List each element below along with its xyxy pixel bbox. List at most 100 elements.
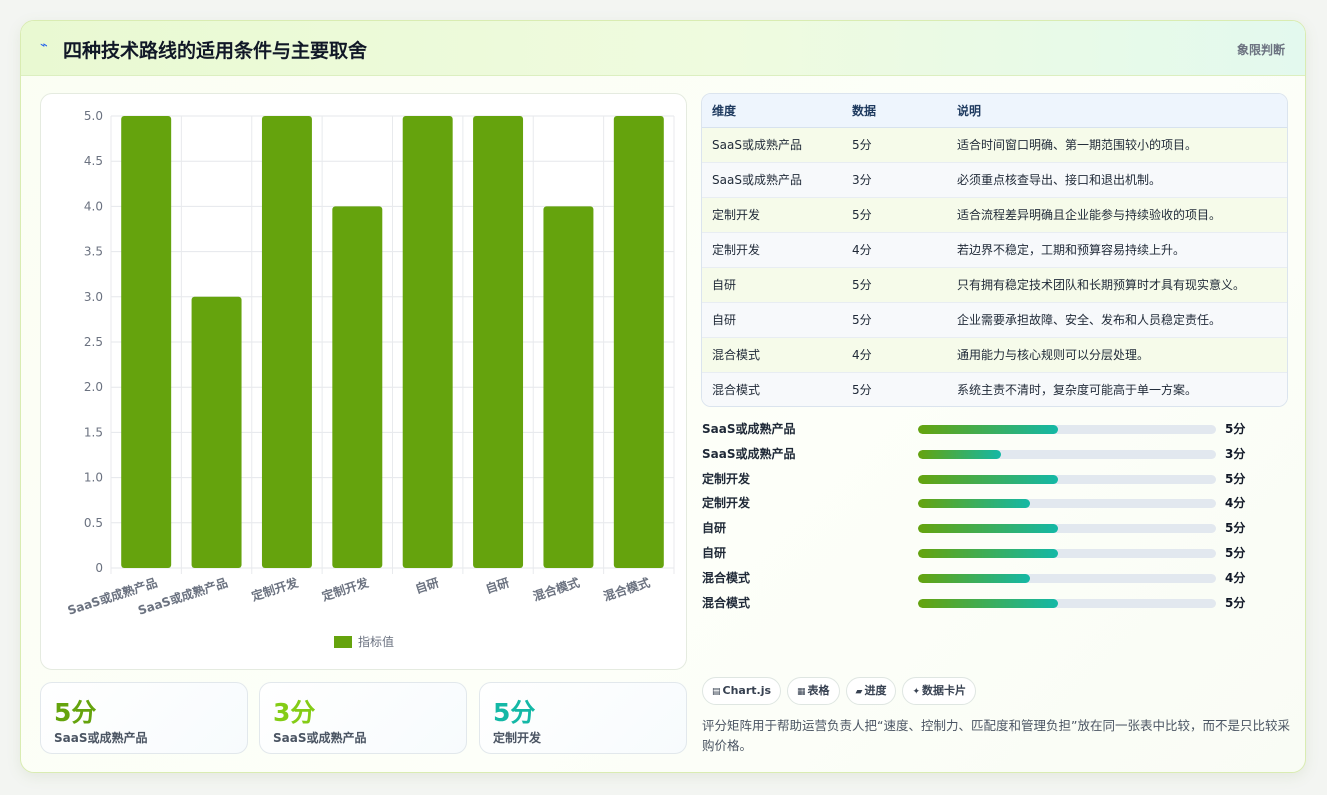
progress-value: 5分: [1225, 595, 1246, 610]
cell-description: 企业需要承担故障、安全、发布和人员稳定责任。: [947, 302, 1287, 338]
progress-fill: [918, 573, 1030, 583]
x-tick-label: 混合模式: [601, 575, 651, 604]
progress-value: 5分: [1225, 521, 1246, 536]
stat-label: SaaS或成熟产品: [273, 731, 367, 745]
card-header: ⌁ 四种技术路线的适用条件与主要取舍 象限判断: [21, 21, 1305, 76]
chip[interactable]: ▤ Chart.js: [702, 677, 782, 705]
x-tick-label: 定制开发: [250, 574, 301, 603]
progress-row: 定制开发 5分: [702, 467, 1262, 492]
y-tick-label: 5.0: [84, 109, 103, 123]
tech-chips: ▤ Chart.js ▦ 表格 ▰ 进度 ✦ 数据卡片: [702, 677, 982, 705]
main-card: ⌁ 四种技术路线的适用条件与主要取舍 象限判断 0 0.5 1.0 1.5 2.0 2.5…: [20, 20, 1306, 773]
cell-data: 4分: [842, 337, 947, 373]
progress-row: SaaS或成熟产品 5分: [702, 417, 1262, 442]
progress-row: 自研 5分: [702, 516, 1262, 541]
cell-description: 适合流程差异明确且企业能参与持续验收的项目。: [947, 197, 1287, 233]
progress-label: SaaS或成熟产品: [702, 422, 796, 436]
legend-label: 指标值: [358, 634, 394, 649]
progress-label: 自研: [702, 545, 727, 560]
y-tick-label: 4.5: [84, 154, 103, 168]
chart-icon: ⌁: [40, 38, 48, 53]
cell-dimension: 定制开发: [702, 197, 842, 233]
progress-label: 定制开发: [702, 496, 751, 511]
cell-data: 5分: [842, 267, 947, 303]
table-row: 定制开发 5分 适合流程差异明确且企业能参与持续验收的项目。: [702, 197, 1287, 233]
cell-dimension: SaaS或成熟产品: [702, 127, 842, 163]
stat-card-3: 5分 定制开发: [479, 682, 687, 754]
progress-value: 5分: [1225, 422, 1246, 436]
y-tick-label: 0.5: [84, 516, 103, 530]
x-tick-label: 自研: [413, 575, 440, 597]
progress-value: 5分: [1225, 471, 1246, 486]
chip-icon: ▦: [797, 687, 806, 697]
stat-value: 5分: [54, 698, 97, 727]
cell-description: 必须重点核查导出、接口和退出机制。: [947, 162, 1287, 198]
cell-description: 通用能力与核心规则可以分层处理。: [947, 337, 1287, 373]
progress-value: 5分: [1225, 545, 1246, 560]
stat-value: 3分: [273, 698, 316, 727]
cell-data: 3分: [842, 162, 947, 198]
cell-dimension: 混合模式: [702, 337, 842, 373]
y-tick-label: 4.0: [84, 199, 103, 213]
score-table: 维度 数据 说明 SaaS或成熟产品 5分 适合时间窗口明确、第一期范围较小的项目。…: [701, 93, 1288, 407]
progress-value: 3分: [1225, 446, 1246, 461]
progress-track: [918, 425, 1216, 434]
score-table-grid: 维度 数据 说明 SaaS或成熟产品 5分 适合时间窗口明确、第一期范围较小的项目。…: [702, 94, 1287, 406]
cell-dimension: 自研: [702, 267, 842, 303]
progress-track: [918, 573, 1216, 583]
stat-label: 定制开发: [493, 731, 542, 745]
progress-fill: [918, 449, 1002, 459]
progress-track: [918, 548, 1216, 558]
stat-label: SaaS或成熟产品: [54, 731, 148, 745]
table-row: 定制开发 4分 若边界不稳定，工期和预算容易持续上升。: [702, 232, 1287, 268]
table-row: 自研 5分 只有拥有稳定技术团队和长期预算时才具有现实意义。: [702, 267, 1287, 303]
y-tick-label: 1.0: [84, 471, 103, 485]
x-tick-label: 混合模式: [531, 575, 581, 604]
bar: [473, 116, 524, 568]
bar: [261, 116, 312, 568]
y-tick-label: 0: [95, 561, 103, 575]
progress-label: 混合模式: [702, 570, 751, 585]
cell-description: 若边界不稳定，工期和预算容易持续上升。: [947, 232, 1287, 268]
progress-row: SaaS或成熟产品 3分: [702, 442, 1262, 467]
progress-label: 自研: [702, 521, 727, 536]
y-tick-label: 3.0: [84, 290, 103, 304]
chip-label: 进度: [864, 684, 887, 697]
cell-data: 5分: [842, 302, 947, 338]
cell-dimension: 自研: [702, 302, 842, 338]
chip-icon: ▰: [855, 687, 863, 697]
progress-track: [918, 474, 1216, 484]
column-header-description: 说明: [947, 94, 1287, 128]
column-header-data: 数据: [842, 94, 947, 128]
bar: [543, 206, 594, 568]
cell-description: 适合时间窗口明确、第一期范围较小的项目。: [947, 127, 1287, 163]
chip[interactable]: ▦ 表格: [787, 677, 840, 705]
x-tick-label: 定制开发: [320, 574, 371, 603]
table-row: SaaS或成熟产品 5分 适合时间窗口明确、第一期范围较小的项目。: [702, 127, 1287, 163]
chip-icon: ▤: [712, 687, 721, 697]
progress-label: SaaS或成熟产品: [702, 446, 796, 461]
progress-track: [918, 449, 1216, 459]
cell-data: 5分: [842, 197, 947, 233]
progress-fill: [918, 598, 1059, 608]
stat-card-1: 5分 SaaS或成熟产品: [40, 682, 248, 754]
y-tick-label: 2.0: [84, 380, 103, 394]
x-tick-label: 自研: [484, 575, 511, 597]
cell-data: 5分: [842, 127, 947, 163]
progress-track: [918, 598, 1216, 608]
cell-dimension: SaaS或成熟产品: [702, 162, 842, 198]
progress-label: 定制开发: [702, 471, 751, 486]
bar-chart-panel: 0 0.5 1.0 1.5 2.0 2.5 3.0 3.5 4.0 4.5 5.0 SaaS或成熟产品…: [40, 93, 687, 670]
bar: [191, 296, 242, 568]
header-badge: 象限判断: [1236, 43, 1285, 57]
column-header-dimension: 维度: [702, 94, 842, 128]
progress-track: [918, 524, 1216, 534]
table-row: 混合模式 4分 通用能力与核心规则可以分层处理。: [702, 337, 1287, 373]
table-row: 混合模式 5分 系统主责不清时，复杂度可能高于单一方案。: [702, 372, 1287, 406]
progress-fill: [918, 425, 1059, 434]
chip[interactable]: ▰ 进度: [845, 677, 897, 705]
bar: [121, 116, 172, 568]
chip[interactable]: ✦ 数据卡片: [902, 677, 977, 705]
bar: [332, 206, 383, 568]
page-title: 四种技术路线的适用条件与主要取舍: [63, 40, 368, 62]
